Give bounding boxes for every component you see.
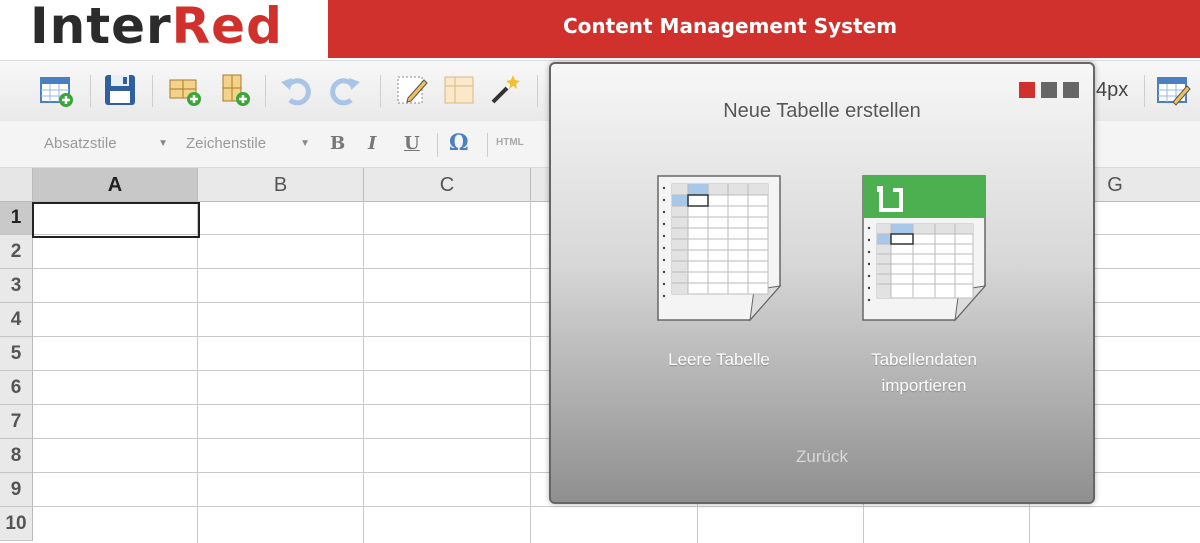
row-header-8[interactable]: 8 [0,439,33,473]
magic-wand-icon[interactable] [486,71,524,109]
paragraph-styles-select[interactable]: Absatzstile ▼ [36,129,174,159]
character-styles-label: Zeichenstile [186,135,267,152]
import-table-icon [862,175,987,322]
row-header-7[interactable]: 7 [0,405,33,439]
empty-table-icon [657,175,782,322]
bold-button[interactable]: B [330,133,345,154]
new-table-dialog: Neue Tabelle erstellen Leere Tabelle Tab… [549,62,1095,504]
chevron-down-icon: ▼ [158,138,168,149]
special-character-button[interactable]: Ω [449,130,469,156]
paragraph-styles-label: Absatzstile [44,135,117,152]
empty-table-option[interactable]: Leere Tabelle [619,174,819,373]
app-title: Content Management System [563,14,898,38]
column-header-a[interactable]: A [33,168,198,202]
row-header-1[interactable]: 1 [0,202,33,235]
maximize-dot-icon[interactable] [1063,82,1079,98]
cell-format-icon[interactable] [440,71,478,109]
minimize-dot-icon[interactable] [1041,82,1057,98]
size-value-text: 4px [1096,79,1129,101]
save-icon[interactable] [101,71,139,109]
app-header: InterRed Content Management System [0,0,1200,58]
logo: InterRed [0,0,328,58]
import-table-label-line1: Tabellendaten [871,350,977,369]
row-header-3[interactable]: 3 [0,269,33,303]
new-table-icon[interactable] [38,71,76,109]
insert-column-icon[interactable] [216,71,254,109]
back-button[interactable]: Zurück [551,447,1093,467]
chevron-down-icon: ▼ [300,138,310,149]
brand-bar: Content Management System [328,0,1200,58]
close-dot-icon[interactable] [1019,82,1035,98]
row-header-6[interactable]: 6 [0,371,33,405]
row-header-10[interactable]: 10 [0,507,33,541]
logo-text-inter: Inter [30,0,172,55]
window-controls [1019,82,1079,98]
underline-button[interactable]: U [404,133,420,154]
grid-corner [0,168,33,202]
row-header-9[interactable]: 9 [0,473,33,507]
logo-text-red: Red [171,0,283,55]
italic-button[interactable]: I [368,133,376,154]
character-styles-select[interactable]: Zeichenstile ▼ [178,129,316,159]
insert-row-icon[interactable] [166,71,204,109]
redo-icon[interactable] [326,71,364,109]
undo-icon[interactable] [277,71,315,109]
row-header-2[interactable]: 2 [0,235,33,269]
import-table-label-line2: importieren [881,376,967,395]
row-header-4[interactable]: 4 [0,303,33,337]
active-cell-a1[interactable] [32,202,200,238]
column-header-b[interactable]: B [198,168,364,202]
row-header-5[interactable]: 5 [0,337,33,371]
table-settings-icon[interactable] [1154,71,1192,109]
column-header-c[interactable]: C [364,168,531,202]
import-table-option[interactable]: Tabellendaten importieren [824,174,1024,399]
html-button[interactable]: HTML [496,137,524,148]
dialog-title: Neue Tabelle erstellen [723,100,921,122]
edit-cell-icon[interactable] [393,71,431,109]
empty-table-label: Leere Tabelle [668,350,770,369]
